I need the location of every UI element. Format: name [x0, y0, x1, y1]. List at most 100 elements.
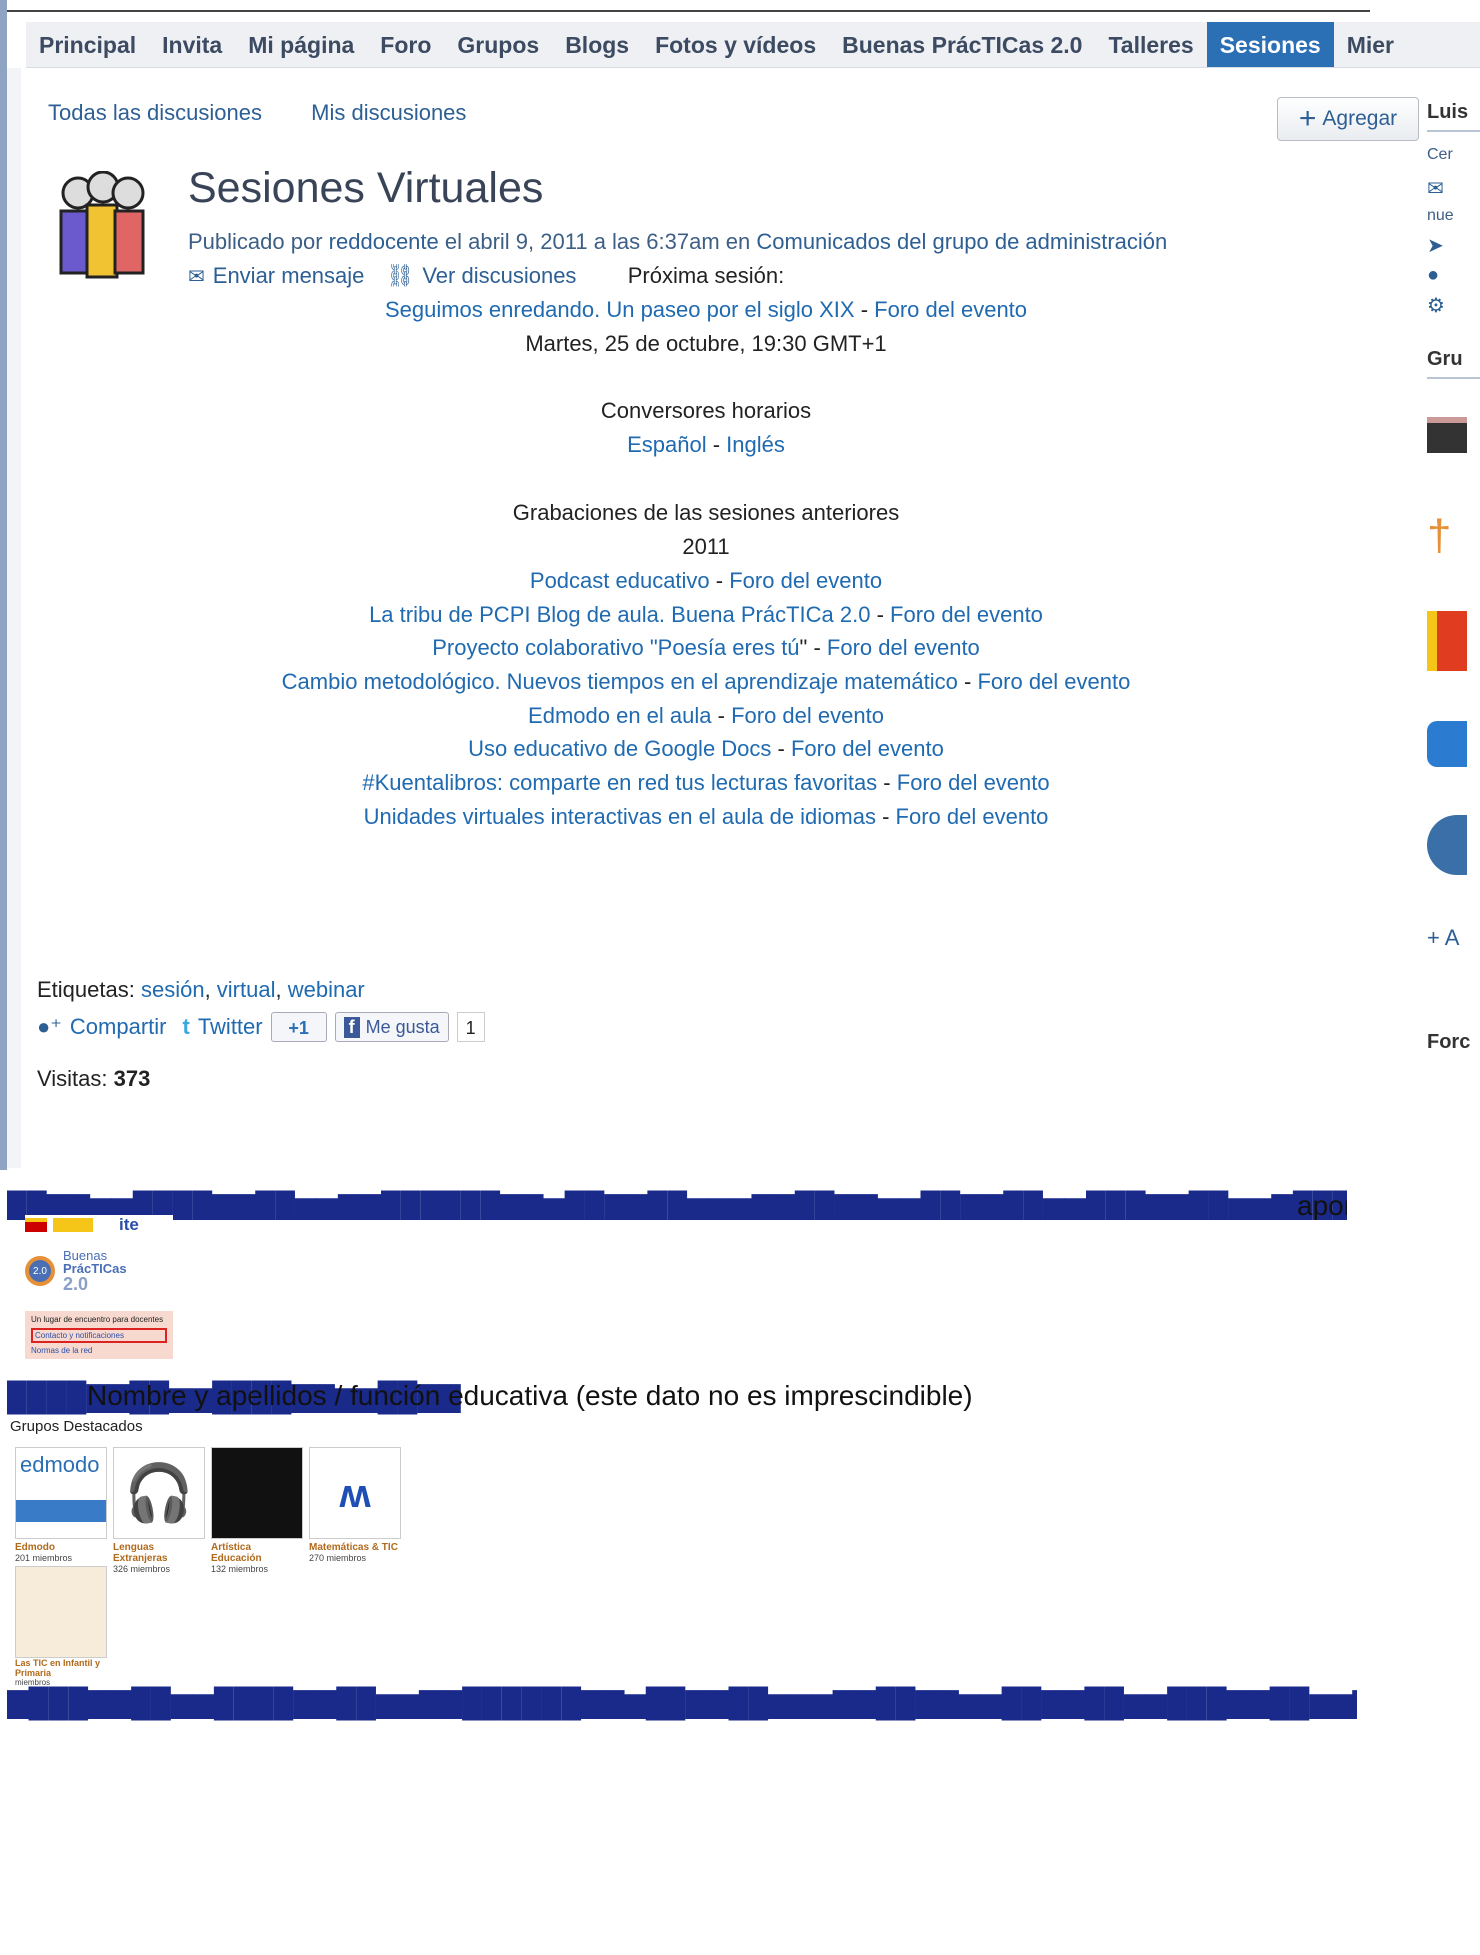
featured-groups-title: Grupos Destacados [10, 1418, 143, 1435]
banner-contact-link[interactable]: Contacto y notificaciones [31, 1328, 167, 1343]
right-add-link[interactable]: + A [1427, 925, 1480, 951]
discussion-subnav: Todas las discusiones Mis discusiones [48, 100, 509, 126]
recording-link[interactable]: Edmodo en el aula [528, 703, 711, 728]
recording-forum-link[interactable]: Foro del evento [731, 703, 884, 728]
group-thumb-4[interactable] [1427, 721, 1467, 767]
nav-talleres[interactable]: Talleres [1095, 22, 1206, 67]
nav-mi-pagina[interactable]: Mi página [235, 22, 367, 67]
nav-principal[interactable]: Principal [26, 22, 149, 67]
recording-link[interactable]: Podcast educativo [530, 568, 710, 593]
group-thumb-2[interactable]: † [1427, 511, 1467, 571]
recording-item: Edmodo en el aula - Foro del evento [528, 703, 884, 728]
nav-grupos[interactable]: Grupos [444, 22, 552, 67]
featured-groups-grid: edmodo Edmodo 201 miembros 🎧 Lenguas Ext… [15, 1447, 401, 1574]
banner-title: Buenas PrácTICas 2.0 [63, 1249, 127, 1293]
recording-forum-link[interactable]: Foro del evento [890, 602, 1043, 627]
right-c2[interactable]: nue [1427, 207, 1480, 225]
recording-item: La tribu de PCPI Blog de aula. Buena Prá… [369, 602, 1043, 627]
nav-fotos-videos[interactable]: Fotos y vídeos [642, 22, 829, 67]
group-tile[interactable]: Las TIC en Infantil y Primaria miembros [15, 1566, 107, 1687]
recording-forum-link[interactable]: Foro del evento [977, 669, 1130, 694]
left-gutter [7, 68, 21, 1168]
tag-link[interactable]: sesión [141, 977, 205, 1002]
all-discussions-link[interactable]: Todas las discusiones [48, 100, 262, 125]
right-c1[interactable]: Cer [1427, 146, 1480, 164]
ministry-logo [53, 1218, 93, 1232]
recording-link[interactable]: Proyecto colaborativo "Poesía eres tú [432, 635, 799, 660]
recording-link[interactable]: #Kuentalibros: comparte en red tus lectu… [362, 770, 877, 795]
group-thumb-3[interactable] [1427, 611, 1467, 671]
mail-icon[interactable]: ✉ [1427, 176, 1480, 201]
nav-buenas-practicas[interactable]: Buenas PrácTICas 2.0 [829, 22, 1095, 67]
recording-forum-link[interactable]: Foro del evento [827, 635, 980, 660]
nav-invita[interactable]: Invita [149, 22, 235, 67]
group-tile[interactable]: 🎧 Lenguas Extranjeras 326 miembros [113, 1447, 205, 1574]
add-button[interactable]: + Agregar [1277, 97, 1419, 141]
nav-sesiones[interactable]: Sesiones [1206, 22, 1334, 67]
recording-link[interactable]: La tribu de PCPI Blog de aula. Buena Prá… [369, 602, 870, 627]
banner-rules-link[interactable]: Normas de la red [31, 1346, 167, 1355]
group-members: 326 miembros [113, 1564, 171, 1574]
share-link[interactable]: Compartir [70, 1014, 167, 1040]
infantil-thumb [15, 1566, 107, 1658]
recording-link[interactable]: Uso educativo de Google Docs [468, 736, 771, 761]
next-session-forum-link[interactable]: Foro del evento [874, 297, 1027, 322]
tag-link[interactable]: virtual [217, 977, 276, 1002]
badge-icon: 2.0 [25, 1256, 55, 1286]
group-tile[interactable]: Artística Educación 132 miembros [211, 1447, 303, 1574]
twitter-link[interactable]: Twitter [198, 1014, 263, 1040]
recording-link[interactable]: Cambio metodológico. Nuevos tiempos en e… [282, 669, 958, 694]
nav-foro[interactable]: Foro [367, 22, 444, 67]
recording-forum-link[interactable]: Foro del evento [729, 568, 882, 593]
buenas-practicas-banner: ite 2.0 Buenas PrácTICas 2.0 Un lugar de… [25, 1215, 173, 1375]
category-link[interactable]: Comunicados del grupo de administración [756, 229, 1167, 254]
top-rule [0, 10, 1370, 12]
group-members: 201 miembros [15, 1553, 73, 1563]
byline-prefix: Publicado por [188, 229, 323, 254]
right-user-header[interactable]: Luis [1427, 101, 1480, 132]
recording-item: Cambio metodológico. Nuevos tiempos en e… [281, 669, 1131, 694]
group-thumb-5[interactable] [1427, 815, 1467, 875]
post-title: Sesiones Virtuales [188, 164, 544, 212]
converters-heading: Conversores horarios [600, 398, 812, 423]
visits-label: Visitas: [37, 1066, 108, 1091]
my-discussions-link[interactable]: Mis discusiones [311, 100, 466, 125]
nav-blogs[interactable]: Blogs [552, 22, 642, 67]
group-tile[interactable]: ʍ Matemáticas & TIC 270 miembros [309, 1447, 401, 1574]
gplus-button[interactable]: +1 [270, 1012, 327, 1042]
overlapping-text-line-2: ████▇▇██▆▆████▇▇▆▆██▇▇ Nombre y apellido… [7, 1380, 1357, 1420]
garbled-text: ▇███▇▇██▆▆████▇▇██▆▆▇▇██████▇▇▆██▇▇██▆▆▆… [7, 1687, 1357, 1718]
converter-es-link[interactable]: Español [627, 432, 707, 457]
share-bar: ●⁺ Compartir t Twitter +1 f Me gusta 1 [37, 1012, 485, 1042]
author-link[interactable]: reddocente [329, 229, 439, 254]
tag-link[interactable]: webinar [288, 977, 365, 1002]
recording-forum-link[interactable]: Foro del evento [896, 804, 1049, 829]
garbled-end-word: aportar [1297, 1190, 1347, 1220]
gear-icon[interactable]: ⚙ [1427, 293, 1480, 318]
nav-miembros[interactable]: Mier [1334, 22, 1407, 67]
share-icon: ●⁺ [37, 1014, 62, 1039]
group-members: 270 miembros [309, 1553, 367, 1563]
right-groups-header: Gru [1427, 348, 1480, 379]
right-forum-header: Forc [1427, 1031, 1471, 1053]
like-label: Me gusta [365, 1016, 440, 1037]
recording-item: Proyecto colaborativo "Poesía eres tú" -… [432, 635, 980, 660]
ite-logo: ite [119, 1215, 139, 1234]
converter-en-link[interactable]: Inglés [726, 432, 785, 457]
group-name: Lenguas Extranjeras [113, 1542, 168, 1564]
recording-forum-link[interactable]: Foro del evento [897, 770, 1050, 795]
person-icon[interactable]: ● [1427, 264, 1480, 287]
group-tile[interactable]: edmodo Edmodo 201 miembros [15, 1447, 107, 1574]
next-session-link[interactable]: Seguimos enredando. Un paseo por el sigl… [385, 297, 855, 322]
overlapping-text-line-1: ██▇▇▆▆████▇▇██▆▆▇▇██████▇▇▆██▇▇██▆▆▆▇▇██… [7, 1190, 1347, 1220]
recording-forum-link[interactable]: Foro del evento [791, 736, 944, 761]
recording-link[interactable]: Unidades virtuales interactivas en el au… [364, 804, 876, 829]
facebook-icon: f [343, 1016, 360, 1038]
reddocente-avatar [59, 171, 145, 279]
group-name: Las TIC en Infantil y Primaria [15, 1658, 101, 1678]
like-count: 1 [456, 1012, 485, 1042]
facebook-like-button[interactable]: f Me gusta [334, 1012, 449, 1042]
pin-icon[interactable]: ➤ [1427, 233, 1480, 258]
next-session-line: Seguimos enredando. Un paseo por el sigl… [384, 297, 1028, 322]
group-thumb-1[interactable] [1427, 417, 1467, 453]
